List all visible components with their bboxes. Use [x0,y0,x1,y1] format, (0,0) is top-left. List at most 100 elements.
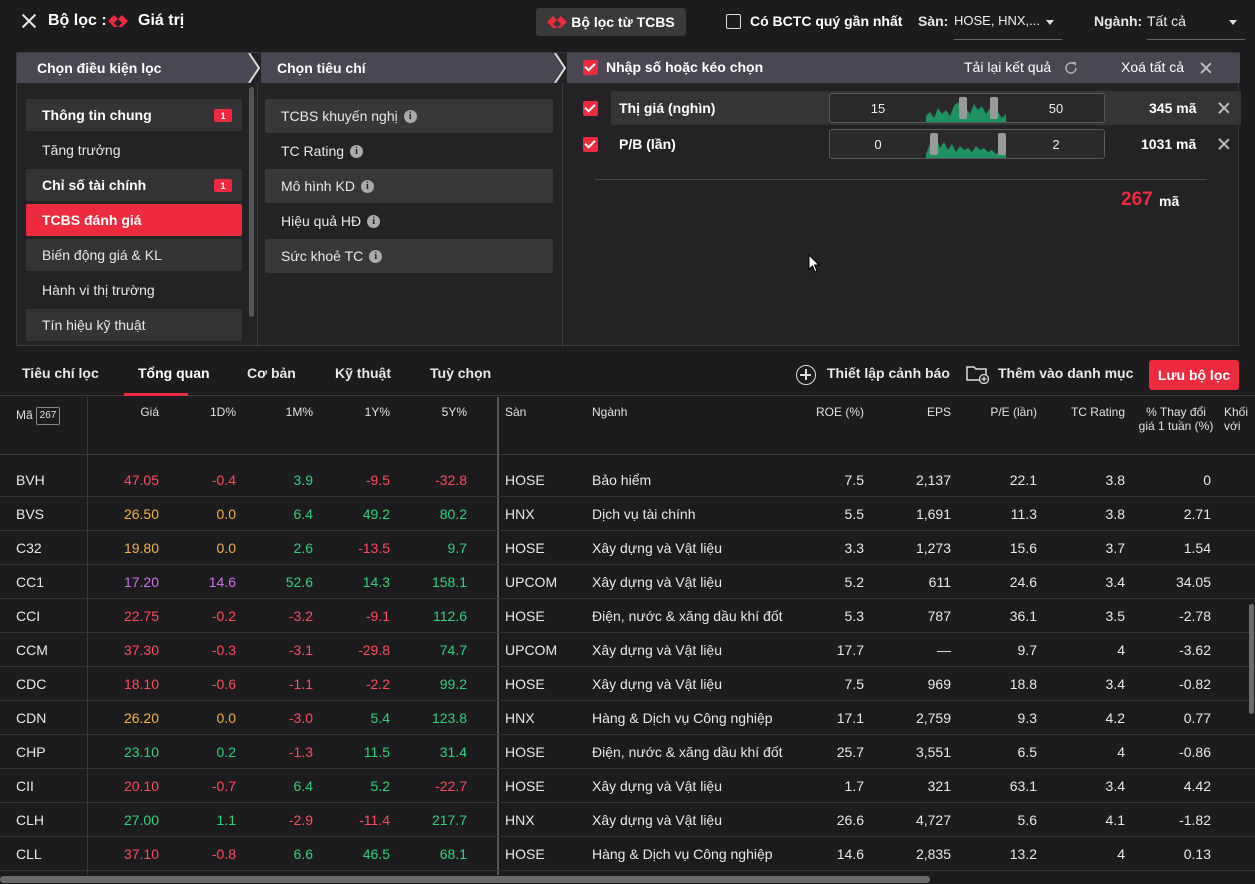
criteria-tc-rating[interactable]: TC Rating i [265,134,553,168]
nganh-select[interactable]: Tất cả [1147,10,1245,40]
cell-ma[interactable]: CCM [16,642,76,658]
range-handle-min[interactable] [930,133,938,155]
refresh-icon[interactable] [1063,60,1079,76]
bctc-checkbox[interactable] [726,14,741,29]
info-icon[interactable]: i [367,214,381,228]
cell-ma[interactable]: CCI [16,608,76,624]
cell-ma[interactable]: CDC [16,676,76,692]
info-icon[interactable]: i [360,179,374,193]
col-header-gia[interactable]: Giá [100,405,159,419]
col-header-san[interactable]: Sàn [505,405,526,419]
clear-all-link[interactable]: Xoá tất cả [1121,59,1184,75]
category-tcbs-danh-gia[interactable]: TCBS đánh giá [26,204,242,236]
range-min[interactable]: 0 [830,137,926,152]
range-handle-max[interactable] [990,97,998,119]
cell-m1: -1.3 [288,744,313,760]
cell-roe: 17.7 [836,642,864,658]
remove-filter-icon[interactable] [1217,101,1231,115]
table-row[interactable]: CDC 18.10 -0.6 -1.1 -2.2 99.2 HOSE Xây dựng và … [0,667,1255,701]
table-row[interactable]: CC1 17.20 14.6 52.6 14.3 158.1 UPCOM Xây dựng v… [0,565,1255,599]
cell-ma[interactable]: CLL [16,846,76,862]
category-tin-hieu-ky-thuat[interactable]: Tín hiệu kỹ thuật [26,309,242,341]
category-tang-truong[interactable]: Tăng trưởng [26,134,242,166]
cell-ma[interactable]: CDN [16,710,76,726]
horizontal-scrollbar[interactable] [0,876,930,883]
info-icon[interactable]: i [369,249,383,263]
san-select[interactable]: HOSE, HNX,... [954,10,1062,40]
category-chi-so-tai-chinh[interactable]: Chỉ số tài chính 1 [26,169,242,201]
criteria-tcbs-khuyen-nghi[interactable]: TCBS khuyến nghị i [265,99,553,133]
range-handle-min[interactable] [959,97,967,119]
col-header-roe[interactable]: ROE (%) [780,405,864,419]
criteria-mo-hinh-kd[interactable]: Mô hình KD i [265,169,553,203]
table-row[interactable]: BVH 47.05 -0.4 3.9 -9.5 -32.8 HOSE Bảo hiểm 7.5 2… [0,463,1255,497]
tcbs-filter-button[interactable]: Bộ lọc từ TCBS [536,8,686,36]
add-to-watchlist-button[interactable]: Thêm vào danh mục [998,365,1133,381]
tab-co-ban[interactable]: Cơ bản [247,365,296,381]
range-slider-thi-gia[interactable]: 15 50 [829,93,1105,123]
filter-count: 1031 mã [1141,136,1197,152]
filter-checkbox-pb[interactable] [583,137,598,152]
tab-tong-quan[interactable]: Tổng quan [138,365,210,381]
col-header-extra[interactable]: Khối với [1224,405,1248,433]
cell-ma[interactable]: CLH [16,812,76,828]
clear-all-close-icon[interactable] [1199,61,1213,75]
filter-checkbox-thi-gia[interactable] [583,101,598,116]
range-slider-pb[interactable]: 0 2 [829,129,1105,159]
col-header-pe[interactable]: P/E (lần) [960,405,1037,419]
criteria-hieu-qua-hd[interactable]: Hiệu quả HĐ i [265,204,553,238]
criteria-suc-khoe-tc[interactable]: Sức khoẻ TC i [265,239,553,273]
tab-ky-thuat[interactable]: Kỹ thuật [335,365,391,381]
col-header-eps[interactable]: EPS [880,405,951,419]
table-row[interactable]: BVS 26.50 0.0 6.4 49.2 80.2 HNX Dịch vụ tài chí… [0,497,1255,531]
cell-ma[interactable]: CC1 [16,574,76,590]
tab-tieu-chi-loc[interactable]: Tiêu chí lọc [22,365,99,381]
vertical-scrollbar[interactable] [1249,604,1254,714]
range-max[interactable]: 2 [1008,137,1104,152]
table-row[interactable]: CII 20.10 -0.7 6.4 5.2 -22.7 HOSE Xây dựng và V… [0,769,1255,803]
cell-ma[interactable]: CHP [16,744,76,760]
close-icon[interactable] [18,10,40,32]
cell-chg: 34.05 [1175,574,1211,590]
table-row[interactable]: CCI 22.75 -0.2 -3.2 -9.1 112.6 HOSE Điện, nước … [0,599,1255,633]
category-bien-dong-gia[interactable]: Biến động giá & KL [26,239,242,271]
range-handle-max[interactable] [998,133,1006,155]
set-alert-button[interactable]: Thiết lập cảnh báo [827,365,950,381]
add-alert-icon[interactable] [796,365,816,385]
save-filter-button[interactable]: Lưu bộ lọc [1149,360,1239,390]
info-icon[interactable]: i [403,109,417,123]
range-min[interactable]: 15 [830,101,926,116]
col-header-ma[interactable]: Mã 267 [16,407,61,425]
category-hanh-vi-thi-truong[interactable]: Hành vi thị trường [26,274,242,306]
col-header-weekly-change[interactable]: % Thay đổi giá 1 tuần (%) [1136,405,1216,433]
remove-filter-icon[interactable] [1217,137,1231,151]
cell-ma[interactable]: C32 [16,540,76,556]
col-header-1d[interactable]: 1D% [180,405,236,419]
cell-gia: 23.10 [123,744,159,760]
table-row[interactable]: CLL 37.10 -0.8 6.6 46.5 68.1 HOSE Hàng & Dịch v… [0,837,1255,871]
col2-title: Chọn tiêu chí [277,60,366,76]
reload-results-link[interactable]: Tải lại kết quả [964,59,1051,75]
col-header-nganh[interactable]: Ngành [592,405,627,419]
cell-eps: 2,759 [915,710,951,726]
col-header-1m[interactable]: 1M% [257,405,313,419]
info-icon[interactable]: i [350,144,364,158]
col-header-tc-rating[interactable]: TC Rating [1050,405,1125,419]
col-header-1y[interactable]: 1Y% [334,405,390,419]
range-max[interactable]: 50 [1008,101,1104,116]
col-header-5y[interactable]: 5Y% [411,405,467,419]
cell-ma[interactable]: BVS [16,506,76,522]
select-all-checkbox[interactable] [583,60,598,75]
cell-ma[interactable]: BVH [16,472,76,488]
table-row[interactable]: CLH 27.00 1.1 -2.9 -11.4 217.7 HNX Xây dựng và … [0,803,1255,837]
table-row[interactable]: CHP 23.10 0.2 -1.3 11.5 31.4 HOSE Điện, nước & … [0,735,1255,769]
folder-add-icon[interactable] [966,364,990,384]
col1-header: Chọn điều kiện lọc [17,53,249,83]
table-row[interactable]: CDN 26.20 0.0 -3.0 5.4 123.8 HNX Hàng & Dịch vụ… [0,701,1255,735]
cell-ma[interactable]: CII [16,778,76,794]
table-row[interactable]: C32 19.80 0.0 2.6 -13.5 9.7 HOSE Xây dựng và Vậ… [0,531,1255,565]
table-row[interactable]: CCM 37.30 -0.3 -3.1 -29.8 74.7 UPCOM Xây dựng v… [0,633,1255,667]
category-scrollbar[interactable] [249,87,254,317]
tab-tuy-chon[interactable]: Tuỳ chọn [430,365,491,381]
category-thong-tin-chung[interactable]: Thông tin chung 1 [26,99,242,131]
